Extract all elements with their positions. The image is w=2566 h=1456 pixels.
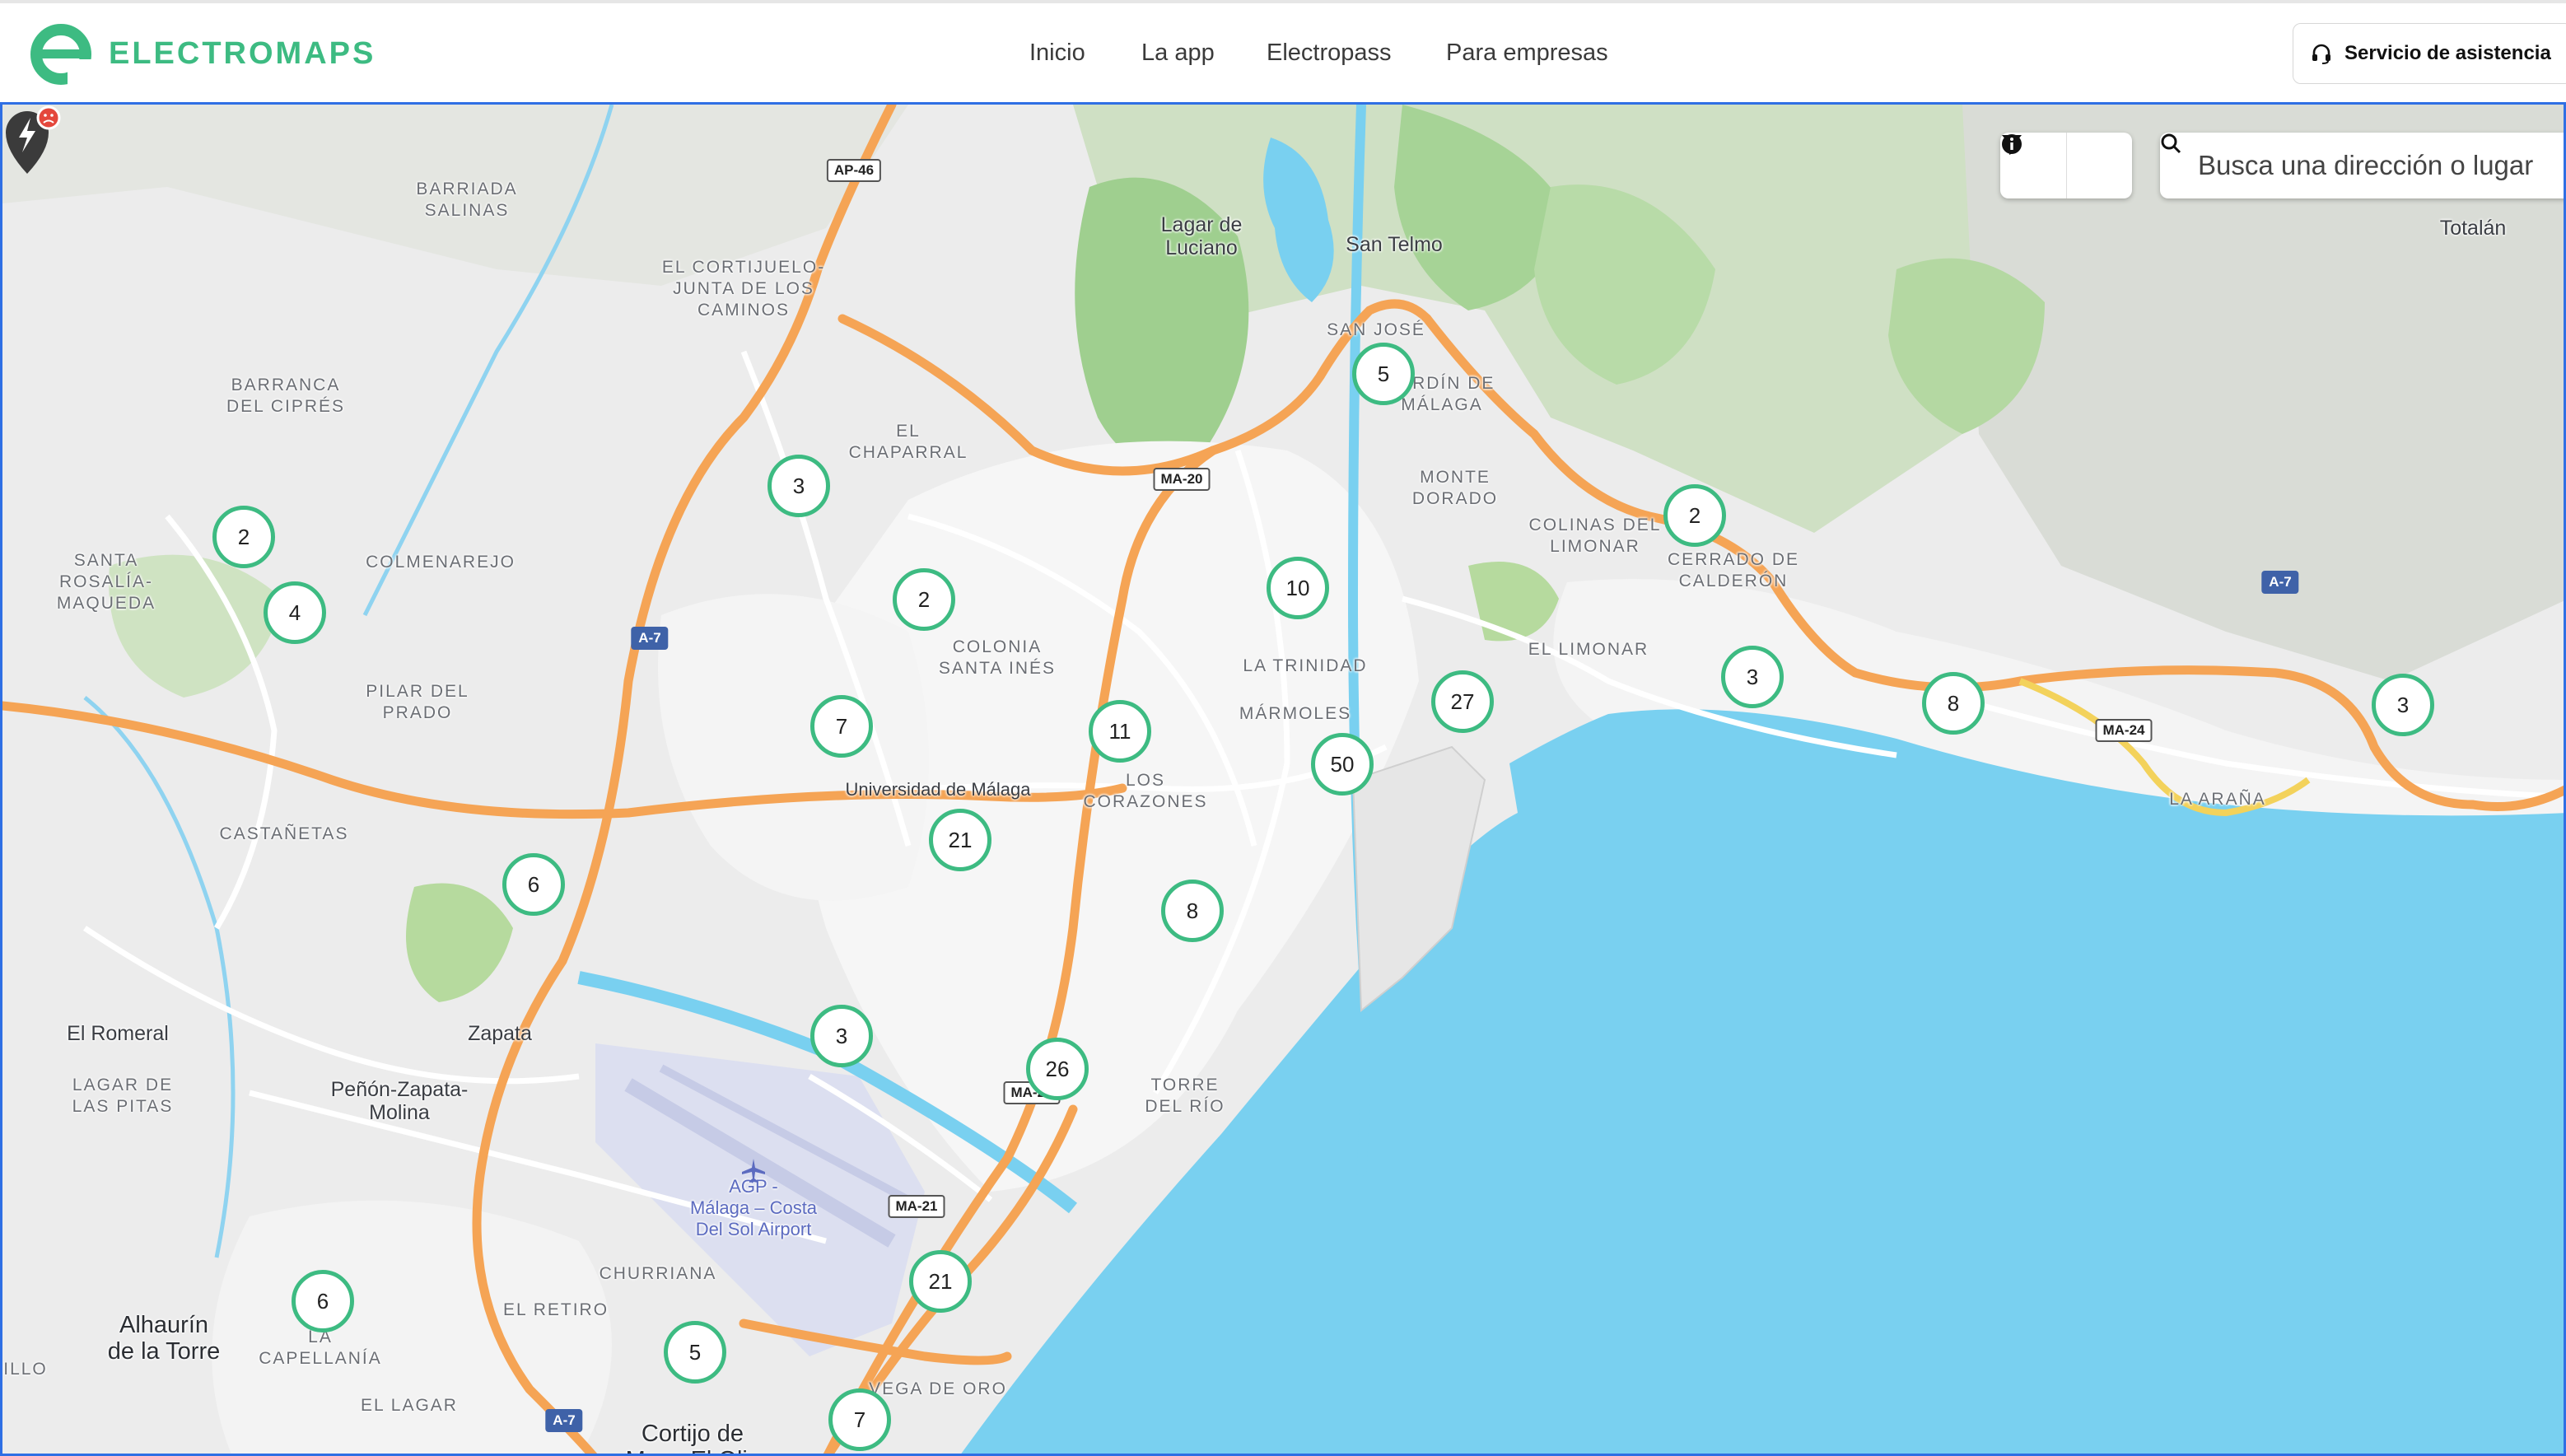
road-shield: A-7 (545, 1409, 583, 1432)
map-label: El Romeral (67, 1022, 169, 1045)
map-controls (2000, 133, 2132, 198)
map-label: Peñón-Zapata- Molina (330, 1078, 469, 1124)
road-shield: MA-20 (1153, 468, 1211, 491)
station-cluster[interactable]: 8 (1922, 672, 1985, 735)
map-label: LA CAPELLANÍA (259, 1328, 382, 1368)
brand-name[interactable]: ELECTROMAPS (109, 36, 376, 72)
station-cluster[interactable]: 2 (1663, 484, 1726, 547)
map-label: EL LIMONAR (1528, 640, 1649, 659)
search-icon (2161, 133, 2181, 154)
station-cluster[interactable]: 10 (1267, 557, 1329, 619)
charging-station-pin[interactable] (2, 105, 62, 184)
nav-para-empresas[interactable]: Para empresas (1446, 3, 1608, 102)
station-cluster[interactable]: 3 (810, 1005, 873, 1067)
map-label: CERRADO DE CALDERÓN (1667, 550, 1800, 590)
map-label: Lagar de Luciano (1160, 213, 1243, 259)
station-cluster[interactable]: 3 (2372, 674, 2434, 736)
road-shield: A-7 (631, 627, 669, 650)
station-cluster[interactable]: 2 (212, 506, 275, 568)
station-cluster[interactable]: 21 (929, 809, 991, 871)
site-header: ELECTROMAPS Inicio La app Electropass Pa… (0, 3, 2566, 103)
road-shield: A-7 (2261, 571, 2299, 594)
station-cluster[interactable]: 3 (767, 455, 830, 517)
airplane-icon (742, 1159, 765, 1183)
nav-la-app[interactable]: La app (1141, 3, 1215, 102)
map-label: EL CHAPARRAL (848, 422, 968, 462)
station-cluster[interactable]: 21 (909, 1250, 972, 1313)
support-button[interactable]: Servicio de asistencia (2293, 23, 2566, 84)
nav-electropass[interactable]: Electropass (1267, 3, 1392, 102)
map-label: EL LAGAR (361, 1396, 458, 1415)
map-label: PILAR DEL PRADO (366, 682, 469, 722)
search-input[interactable] (2196, 149, 2562, 182)
road-shield: MA-24 (2095, 719, 2153, 742)
map-label: LAGAR DE LAS PITAS (72, 1076, 174, 1116)
info-icon (2002, 134, 2022, 154)
nav-inicio[interactable]: Inicio (1029, 3, 1085, 102)
map-label: Zapata (468, 1022, 532, 1045)
search-box[interactable] (2160, 133, 2564, 198)
map-label: LA ARAÑA (2169, 790, 2266, 809)
electromaps-logo[interactable] (30, 23, 92, 86)
map-label: MONTE DORADO (1411, 468, 1499, 508)
charging-map[interactable]: AP-46 MA-20 A-7 A-7 MA-24 MA-20 MA-21 A-… (0, 102, 2566, 1456)
station-cluster[interactable]: 4 (264, 581, 326, 644)
headset-icon (2312, 44, 2330, 64)
road-shield: MA-21 (888, 1195, 945, 1218)
info-button[interactable] (2002, 133, 2133, 198)
station-cluster[interactable]: 26 (1026, 1038, 1089, 1100)
station-cluster[interactable]: 5 (1352, 343, 1415, 405)
station-cluster[interactable]: 6 (292, 1270, 354, 1332)
airport-label: AGP - Málaga – Costa Del Sol Airport (689, 1176, 818, 1239)
map-label: CASTAÑETAS (219, 824, 349, 843)
station-cluster[interactable]: 27 (1431, 670, 1494, 733)
station-cluster[interactable]: 7 (810, 695, 873, 758)
map-label: LOS CORAZONES (1083, 771, 1208, 811)
support-label: Servicio de asistencia (2344, 42, 2551, 64)
map-label: CHURRIANA (599, 1264, 717, 1283)
map-label: SAN JOSÉ (1327, 320, 1425, 339)
station-cluster[interactable]: 3 (1721, 646, 1784, 708)
station-cluster[interactable]: 5 (664, 1321, 726, 1384)
map-label: MÁRMOLES (1239, 704, 1352, 723)
station-cluster[interactable]: 2 (893, 568, 955, 631)
map-label: EL CORTIJUELO- JUNTA DE LOS CAMINOS (661, 258, 826, 320)
map-label: COLINAS DEL LIMONAR (1528, 516, 1662, 556)
map-label: COLONIA SANTA INÉS (938, 637, 1057, 678)
station-cluster[interactable]: 6 (502, 853, 565, 916)
station-cluster[interactable]: 8 (1161, 880, 1224, 942)
map-label: VEGA DE ORO (869, 1379, 1007, 1398)
map-label: Cortijo de Maza El Oliv (626, 1421, 760, 1454)
station-cluster[interactable]: 7 (828, 1388, 891, 1451)
map-label: COLMENAREJO (366, 553, 516, 572)
station-cluster[interactable]: 11 (1089, 700, 1151, 763)
map-label: ILLO (3, 1360, 48, 1379)
map-label: SANTA ROSALÍA- MAQUEDA (56, 551, 156, 613)
map-label: BARRANCA DEL CIPRÉS (226, 376, 346, 416)
station-cluster[interactable]: 50 (1311, 733, 1374, 796)
map-label: EL RETIRO (502, 1300, 609, 1319)
road-shield: AP-46 (826, 159, 882, 182)
map-label: TORRE DEL RÍO (1145, 1076, 1225, 1116)
map-label: Universidad de Málaga (845, 779, 1031, 800)
map-label: BARRIADA SALINAS (416, 180, 518, 220)
map-label: Alhaurín de la Torre (107, 1312, 221, 1365)
map-base (2, 105, 2564, 1454)
map-label: Totalán (2439, 217, 2507, 240)
map-label: LA TRINIDAD (1243, 656, 1368, 675)
map-label: San Telmo (1346, 233, 1443, 256)
